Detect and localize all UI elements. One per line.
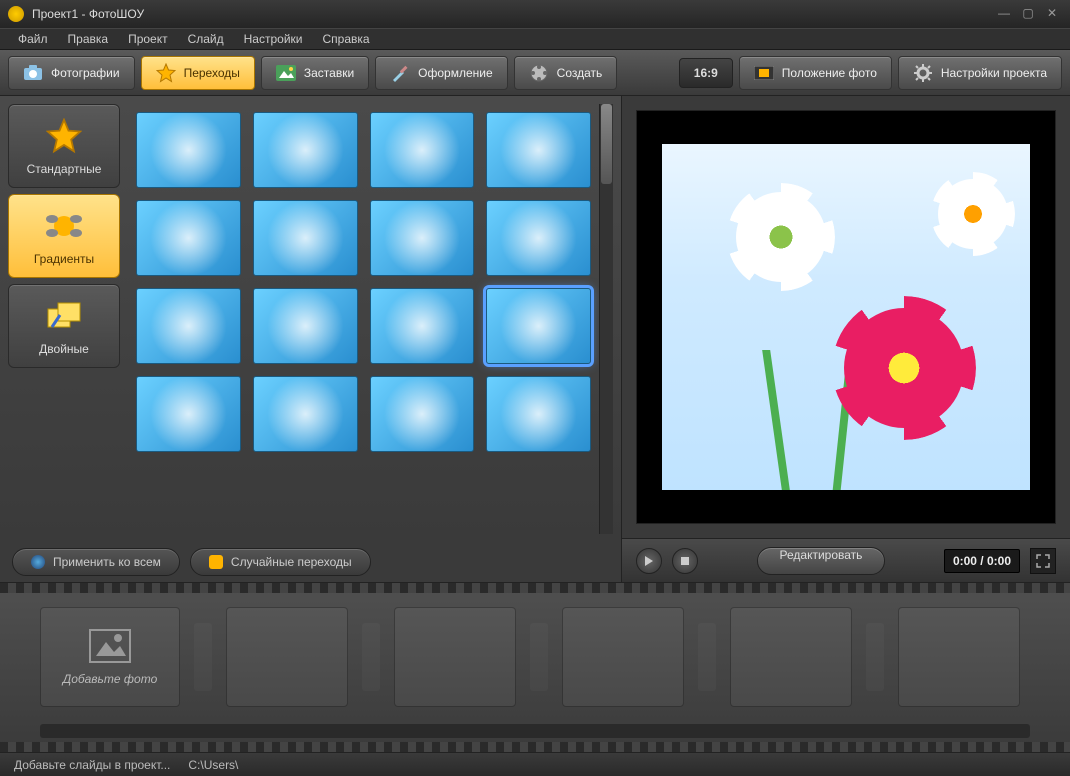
transition-thumb[interactable]	[253, 112, 358, 188]
tab-transitions[interactable]: Переходы	[141, 56, 255, 90]
preview-area	[636, 110, 1056, 524]
random-icon	[209, 555, 223, 569]
frame-icon	[754, 63, 774, 83]
transition-grid	[128, 104, 599, 534]
transition-thumb[interactable]	[486, 112, 591, 188]
star-icon	[156, 63, 176, 83]
add-photo-slot[interactable]: Добавьте фото	[40, 607, 180, 707]
gear-icon	[913, 63, 933, 83]
menubar: Файл Правка Проект Слайд Настройки Справ…	[0, 28, 1070, 50]
app-logo-icon	[8, 6, 24, 22]
transition-thumb[interactable]	[486, 200, 591, 276]
transition-thumb[interactable]	[136, 112, 241, 188]
tab-photos[interactable]: Фотографии	[8, 56, 135, 90]
menu-edit[interactable]: Правка	[58, 32, 119, 46]
picture-icon	[276, 63, 296, 83]
preview-image	[662, 144, 1030, 490]
timeline-slot[interactable]	[394, 607, 516, 707]
transition-thumb-selected[interactable]	[486, 288, 591, 364]
tab-create[interactable]: Создать	[514, 56, 618, 90]
brush-icon	[390, 63, 410, 83]
star-icon	[44, 116, 84, 156]
timeline-scrollbar[interactable]	[40, 724, 1030, 738]
category-double[interactable]: Двойные	[8, 284, 120, 368]
reel-icon	[529, 63, 549, 83]
transition-thumb[interactable]	[253, 200, 358, 276]
play-button[interactable]	[636, 548, 662, 574]
status-path: C:\Users\	[188, 758, 238, 772]
timeline-slot[interactable]	[730, 607, 852, 707]
category-standard[interactable]: Стандартные	[8, 104, 120, 188]
timeline-slot[interactable]	[898, 607, 1020, 707]
transition-slot[interactable]	[698, 623, 716, 691]
heart-icon	[31, 555, 45, 569]
close-button[interactable]: ✕	[1042, 6, 1062, 22]
gradient-icon	[44, 206, 84, 246]
status-hint: Добавьте слайды в проект...	[14, 758, 170, 772]
transition-slot[interactable]	[362, 623, 380, 691]
transition-slot[interactable]	[194, 623, 212, 691]
transition-slot[interactable]	[866, 623, 884, 691]
window-title: Проект1 - ФотоШОУ	[32, 7, 990, 21]
filmstrip-decoration	[0, 583, 1070, 593]
menu-slide[interactable]: Слайд	[178, 32, 234, 46]
image-placeholder-icon	[88, 628, 132, 664]
transition-thumb[interactable]	[370, 112, 475, 188]
time-display: 0:00 / 0:00	[944, 549, 1020, 573]
maximize-button[interactable]: ▢	[1018, 6, 1038, 22]
tab-design[interactable]: Оформление	[375, 56, 507, 90]
transition-thumb[interactable]	[370, 200, 475, 276]
timeline-track[interactable]: Добавьте фото	[0, 593, 1070, 720]
transition-thumb[interactable]	[253, 376, 358, 452]
category-gradients[interactable]: Градиенты	[8, 194, 120, 278]
transition-thumb[interactable]	[370, 288, 475, 364]
double-icon	[44, 296, 84, 336]
transition-thumb[interactable]	[136, 200, 241, 276]
gallery-scrollbar[interactable]	[599, 104, 613, 534]
transition-thumb[interactable]	[370, 376, 475, 452]
transition-thumb[interactable]	[136, 376, 241, 452]
aspect-ratio-button[interactable]: 16:9	[679, 58, 733, 88]
apply-all-button[interactable]: Применить ко всем	[12, 548, 180, 576]
minimize-button[interactable]: ―	[994, 6, 1014, 22]
menu-help[interactable]: Справка	[312, 32, 379, 46]
filmstrip-decoration	[0, 742, 1070, 752]
random-transitions-button[interactable]: Случайные переходы	[190, 548, 371, 576]
transition-thumb[interactable]	[486, 376, 591, 452]
transition-slot[interactable]	[530, 623, 548, 691]
menu-file[interactable]: Файл	[8, 32, 58, 46]
stop-button[interactable]	[672, 548, 698, 574]
camera-icon	[23, 63, 43, 83]
menu-settings[interactable]: Настройки	[234, 32, 313, 46]
transition-thumb[interactable]	[136, 288, 241, 364]
photo-position-button[interactable]: Положение фото	[739, 56, 892, 90]
transition-thumb[interactable]	[253, 288, 358, 364]
edit-button[interactable]: Редактировать	[757, 547, 886, 575]
timeline-slot[interactable]	[226, 607, 348, 707]
project-settings-button[interactable]: Настройки проекта	[898, 56, 1062, 90]
timeline-slot[interactable]	[562, 607, 684, 707]
menu-project[interactable]: Проект	[118, 32, 178, 46]
fullscreen-button[interactable]	[1030, 548, 1056, 574]
tab-templates[interactable]: Заставки	[261, 56, 369, 90]
